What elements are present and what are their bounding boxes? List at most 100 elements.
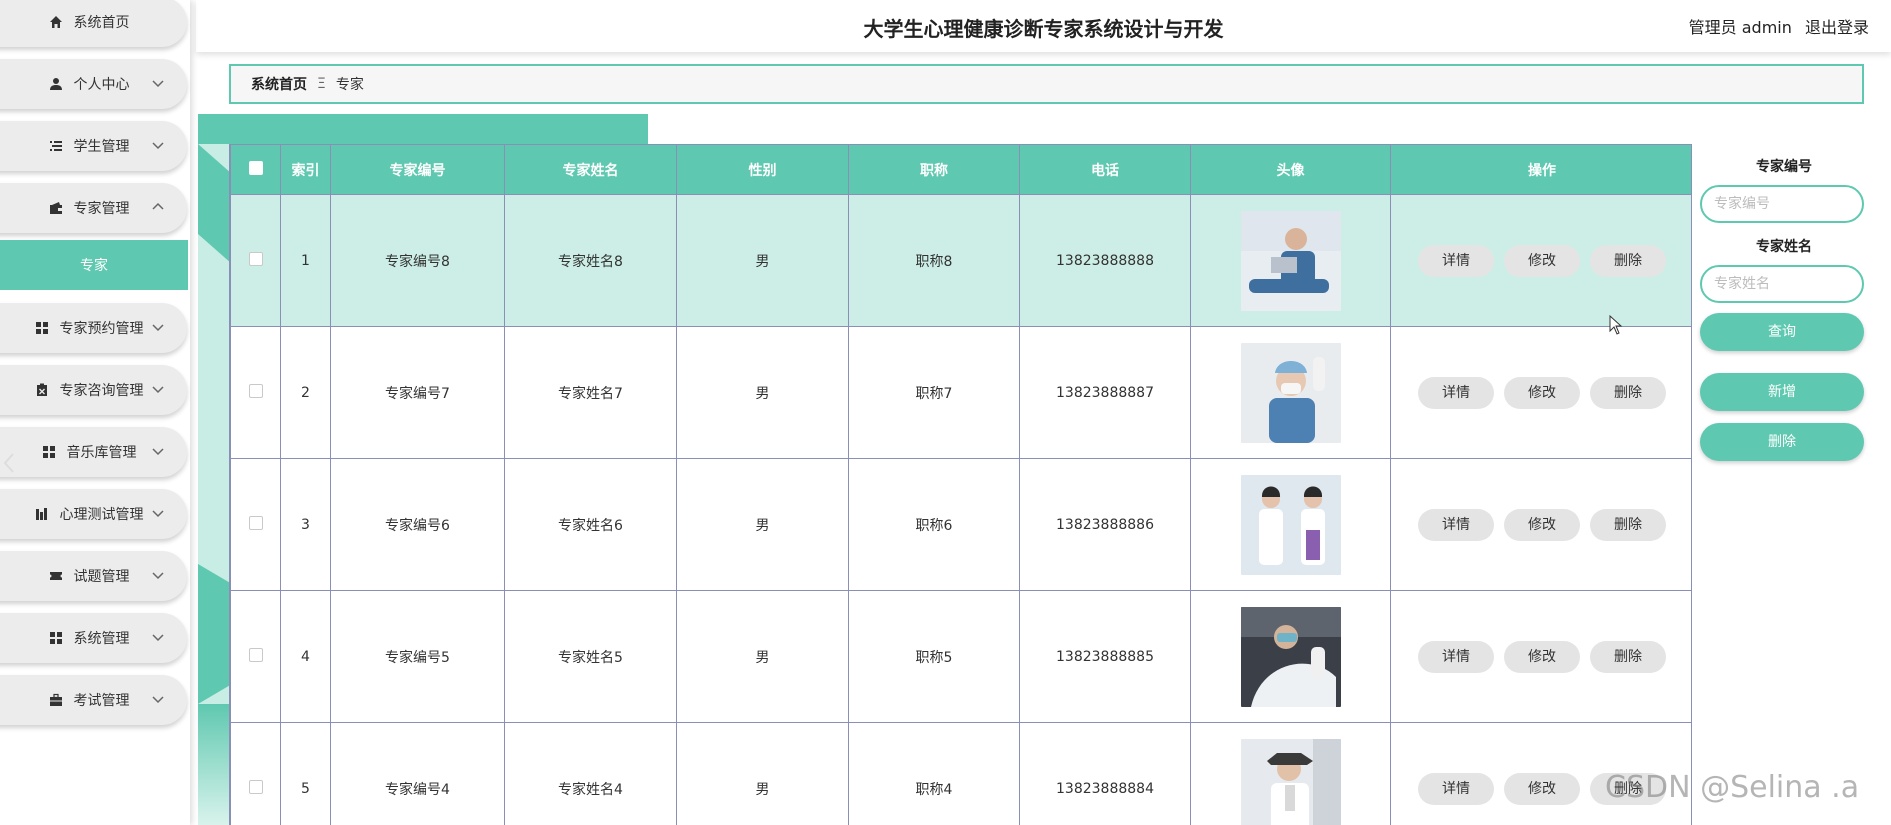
sidebar-item-label: 考试管理 (73, 693, 130, 709)
chart-icon (34, 506, 50, 522)
cell-code: 专家编号4 (330, 722, 505, 825)
cell-code: 专家编号6 (330, 458, 505, 591)
cell-phone: 13823888886 (1019, 458, 1191, 591)
chevron-down-icon (152, 448, 164, 456)
sidebar-item-exam-management[interactable]: 考试管理 (0, 675, 187, 725)
cell-phone: 13823888887 (1019, 326, 1191, 459)
ticket-icon (48, 568, 64, 584)
detail-button[interactable]: 详情 (1418, 640, 1494, 673)
list-icon (48, 138, 64, 154)
detail-button[interactable]: 详情 (1418, 376, 1494, 409)
detail-button[interactable]: 详情 (1418, 772, 1494, 805)
edit-button[interactable]: 修改 (1504, 244, 1580, 277)
chevron-down-icon (152, 572, 164, 580)
query-button[interactable]: 查询 (1700, 313, 1864, 351)
table-row[interactable]: 3 专家编号6 专家姓名6 男 职称6 13823888886 详情 修改 删除 (230, 458, 1691, 591)
sidebar-item-psych-test[interactable]: 心理测试管理 (0, 489, 187, 539)
row-checkbox[interactable] (248, 647, 263, 662)
page-title: 大学生心理健康诊断专家系统设计与开发 (863, 17, 1224, 41)
sidebar-item-expert-appointment[interactable]: 专家预约管理 (0, 303, 187, 353)
chevron-down-icon (152, 324, 164, 332)
detail-button[interactable]: 详情 (1418, 508, 1494, 541)
sidebar-item-music-library[interactable]: 音乐库管理 (0, 427, 187, 477)
avatar (1240, 474, 1341, 575)
batch-delete-button[interactable]: 删除 (1700, 423, 1864, 461)
breadcrumb: 系统首页 Ξ 专家 (229, 64, 1864, 104)
delete-button[interactable]: 删除 (1590, 376, 1666, 409)
sidebar-item-home[interactable]: 系统首页 (0, 0, 187, 47)
column-header: 性别 (676, 144, 849, 195)
cell-gender: 男 (676, 326, 849, 459)
sidebar-item-system-management[interactable]: 系统管理 (0, 613, 187, 663)
expert-table-container: 索引 专家编号 专家姓名 性别 职称 电话 头像 操作 1 专家编号8 专家姓名… (229, 144, 1692, 825)
delete-button[interactable]: 删除 (1590, 640, 1666, 673)
cell-phone: 13823888884 (1019, 722, 1191, 825)
column-header: 操作 (1390, 144, 1691, 195)
edit-button[interactable]: 修改 (1504, 376, 1580, 409)
edit-button[interactable]: 修改 (1504, 772, 1580, 805)
cell-avatar (1190, 722, 1391, 825)
cell-index: 3 (280, 458, 331, 591)
logout-link[interactable]: 退出登录 (1805, 18, 1869, 37)
cell-title: 职称5 (848, 590, 1020, 723)
row-checkbox[interactable] (248, 383, 263, 398)
delete-button[interactable]: 删除 (1590, 508, 1666, 541)
chevron-down-icon (152, 510, 164, 518)
sidebar-item-student-management[interactable]: 学生管理 (0, 121, 187, 171)
cell-index: 1 (280, 194, 331, 327)
table-row[interactable]: 5 专家编号4 专家姓名4 男 职称4 13823888884 详情 修改 删除 (230, 722, 1691, 825)
cell-title: 职称6 (848, 458, 1020, 591)
sidebar-item-label: 系统首页 (73, 15, 130, 31)
header-user-area: 管理员 admin 退出登录 (1681, 14, 1869, 38)
cell-gender: 男 (676, 458, 849, 591)
row-checkbox[interactable] (248, 251, 263, 266)
expert-name-input[interactable] (1700, 265, 1864, 303)
row-checkbox[interactable] (248, 515, 263, 530)
detail-button[interactable]: 详情 (1418, 244, 1494, 277)
sidebar-item-expert-consultation[interactable]: 专家咨询管理 (0, 365, 187, 415)
row-checkbox[interactable] (248, 779, 263, 794)
cell-phone: 13823888885 (1019, 590, 1191, 723)
sidebar-item-question-management[interactable]: 试题管理 (0, 551, 187, 601)
chevron-down-icon (152, 142, 164, 150)
table-row[interactable]: 2 专家编号7 专家姓名7 男 职称7 13823888887 详情 修改 删除 (230, 326, 1691, 459)
decorative-band (198, 114, 648, 144)
cell-avatar (1190, 194, 1391, 327)
chevron-left-icon[interactable] (2, 452, 16, 474)
table-row[interactable]: 1 专家编号8 专家姓名8 男 职称8 13823888888 详情 修改 删除 (230, 194, 1691, 327)
edit-button[interactable]: 修改 (1504, 508, 1580, 541)
decorative-shape (198, 144, 232, 825)
add-button[interactable]: 新增 (1700, 373, 1864, 411)
select-all-checkbox[interactable] (248, 160, 263, 175)
user-icon (48, 76, 64, 92)
cell-title: 职称8 (848, 194, 1020, 327)
sidebar-item-label: 专家咨询管理 (59, 383, 144, 399)
sidebar-item-personal-center[interactable]: 个人中心 (0, 59, 187, 109)
delete-button[interactable]: 删除 (1590, 244, 1666, 277)
column-header: 头像 (1190, 144, 1391, 195)
edit-button[interactable]: 修改 (1504, 640, 1580, 673)
column-header: 专家编号 (330, 144, 505, 195)
sidebar-item-expert-management[interactable]: 专家管理 (0, 183, 187, 233)
table-row[interactable]: 4 专家编号5 专家姓名5 男 职称5 13823888885 详情 修改 删除 (230, 590, 1691, 723)
cell-actions: 详情 修改 删除 (1390, 458, 1691, 591)
sidebar-item-label: 系统管理 (73, 631, 130, 647)
avatar (1240, 738, 1341, 825)
breadcrumb-home[interactable]: 系统首页 (251, 74, 307, 94)
sidebar-subitem-expert[interactable]: 专家 (0, 240, 188, 290)
admin-label: 管理员 admin (1688, 18, 1792, 37)
wallet-icon (48, 200, 64, 216)
cell-name: 专家姓名5 (504, 590, 677, 723)
cell-title: 职称7 (848, 326, 1020, 459)
sidebar: 系统首页 个人中心 学生管理 专家管理 专家 专家预约管理 专家咨询管理 音乐库… (0, 0, 190, 825)
chevron-down-icon (152, 386, 164, 394)
cell-phone: 13823888888 (1019, 194, 1191, 327)
table-header-row: 索引 专家编号 专家姓名 性别 职称 电话 头像 操作 (230, 144, 1691, 195)
sidebar-item-label: 个人中心 (73, 77, 130, 93)
expert-code-input[interactable] (1700, 185, 1864, 223)
header-select-all[interactable] (230, 144, 281, 195)
sidebar-subitem-label: 专家 (80, 258, 108, 274)
search-panel: 专家编号 专家姓名 查询 新增 删除 (1700, 150, 1868, 461)
breadcrumb-current: 专家 (335, 77, 364, 93)
mouse-cursor-icon (1609, 315, 1623, 335)
